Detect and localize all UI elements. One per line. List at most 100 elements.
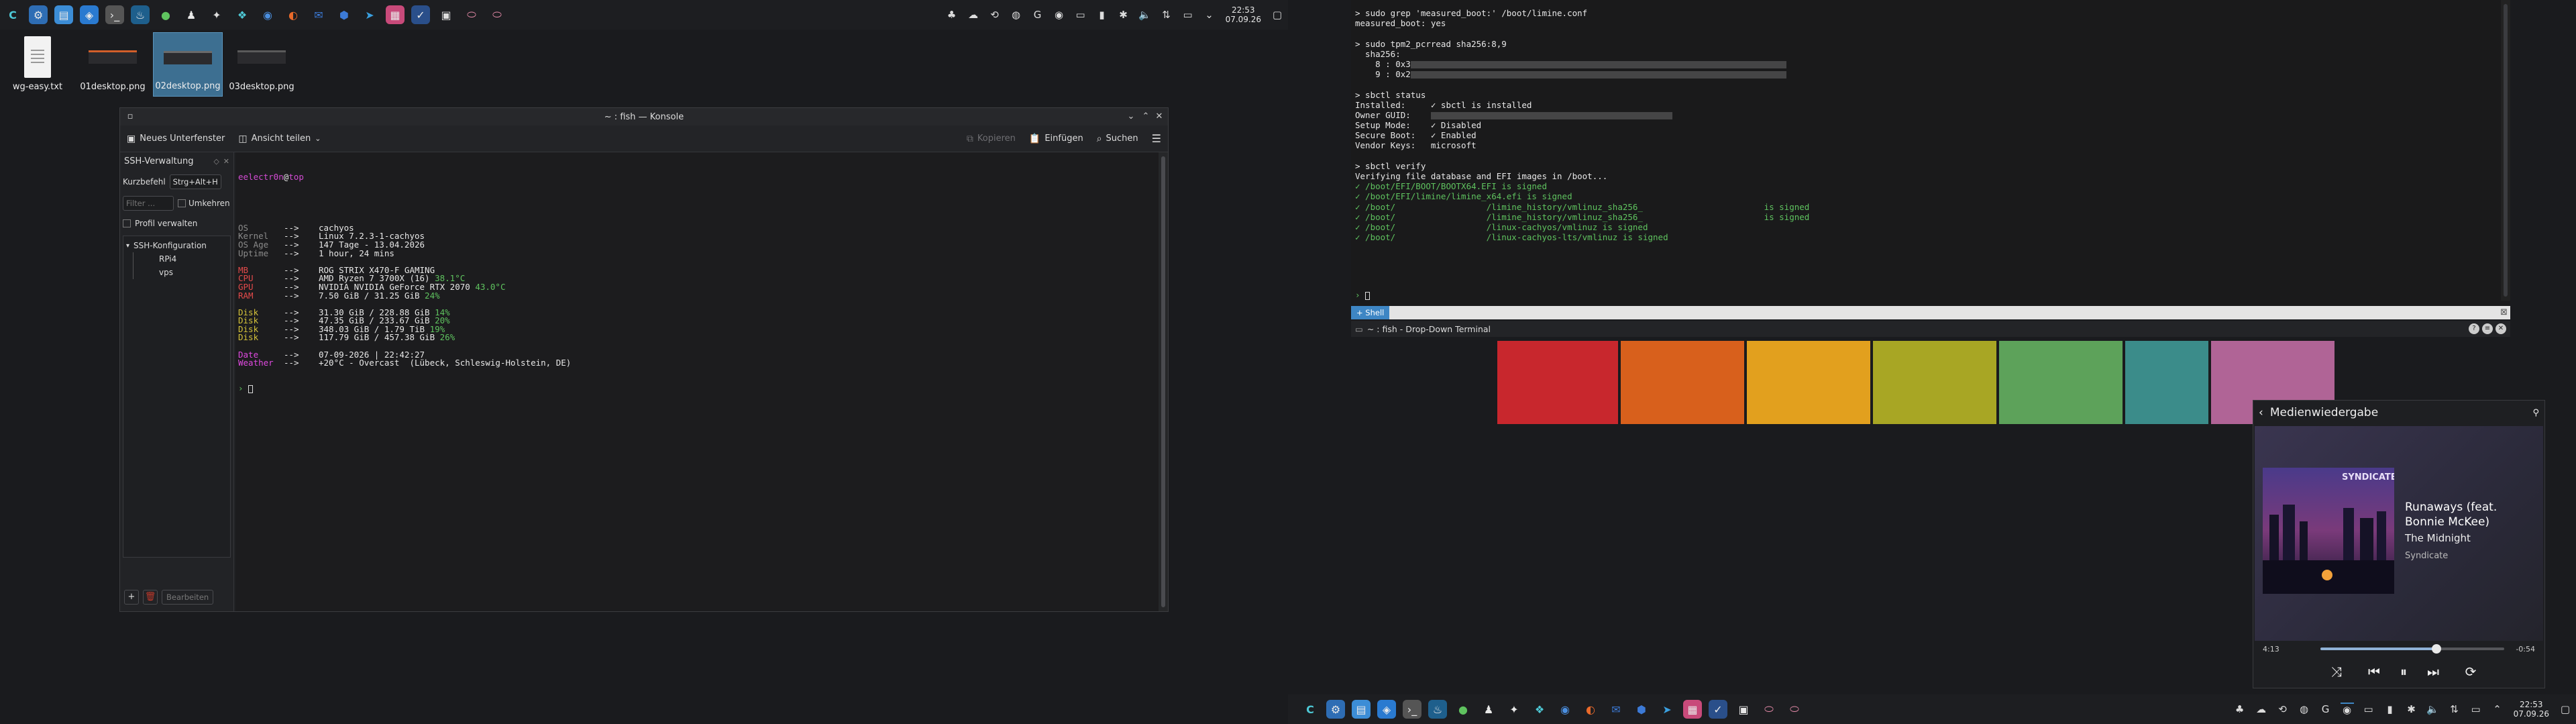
tray-game-icon[interactable]: ♣ <box>945 8 959 21</box>
tray-expand-icon[interactable]: ⌃ <box>2491 703 2504 716</box>
kde-connect-icon[interactable]: ❖ <box>233 5 252 24</box>
system-settings-icon[interactable]: ⚙ <box>29 5 48 24</box>
tray-display-icon[interactable]: ▭ <box>1181 8 1195 21</box>
bottom-clock[interactable]: 22:53 07.09.26 <box>2514 700 2549 719</box>
edit-button[interactable]: Bearbeiten <box>162 590 214 605</box>
tray-steam-icon[interactable]: ◍ <box>1010 8 1023 21</box>
discover-icon[interactable]: ◈ <box>1377 700 1396 719</box>
tray-network-icon[interactable]: ⇅ <box>1160 8 1173 21</box>
tray-clipboard-icon[interactable]: ▮ <box>2383 703 2397 716</box>
dropdown-scrollbar[interactable] <box>2501 0 2510 301</box>
copy-button[interactable]: ⧉ Kopieren <box>960 134 1022 144</box>
close-icon[interactable]: ✕ <box>1153 111 1165 123</box>
next-icon[interactable]: ⏭ <box>2424 664 2443 680</box>
app-icon[interactable]: ▣ <box>1734 700 1753 719</box>
tasks-icon[interactable]: ✓ <box>411 5 430 24</box>
discover-icon[interactable]: ◈ <box>80 5 99 24</box>
tray-bluetooth-icon[interactable]: ✱ <box>1117 8 1130 21</box>
vpn-icon[interactable]: ⬢ <box>1632 700 1651 719</box>
seek-bar[interactable] <box>2320 644 2504 654</box>
steam-icon[interactable]: ♨ <box>1428 700 1447 719</box>
tray-network-icon[interactable]: ⇅ <box>2448 703 2461 716</box>
tasks-icon[interactable]: ✓ <box>1709 700 1727 719</box>
tree-item-rpi4[interactable]: RPi4 <box>133 252 227 266</box>
telegram-icon[interactable]: ➤ <box>1658 700 1676 719</box>
back-icon[interactable]: ‹ <box>2259 406 2263 419</box>
dd-menu-icon[interactable]: ≡ <box>2482 323 2493 334</box>
manage-profile-checkbox[interactable] <box>123 219 131 227</box>
maximize-icon[interactable]: ⌃ <box>1140 111 1152 123</box>
app-launcher-icon[interactable]: C <box>1301 700 1320 719</box>
app-launcher-icon[interactable]: C <box>3 5 22 24</box>
tray-game-icon[interactable]: ♣ <box>2233 703 2247 716</box>
telegram-icon[interactable]: ➤ <box>360 5 379 24</box>
delete-icon[interactable]: 🗑 <box>143 590 158 605</box>
thunderbird-icon[interactable]: ✉ <box>1607 700 1625 719</box>
photos-icon[interactable]: ▦ <box>1683 700 1702 719</box>
sidebar-close-icon[interactable]: ✕ <box>223 157 229 166</box>
vpn-icon[interactable]: ⬢ <box>335 5 354 24</box>
ghost-icon[interactable]: ♟ <box>182 5 201 24</box>
hamburger-menu-icon[interactable]: ☰ <box>1145 132 1168 145</box>
dropdown-terminal[interactable]: > sudo grep 'measured_boot:' /boot/limin… <box>1351 0 2510 309</box>
konsole-titlebar[interactable]: ▫ ~ : fish — Konsole ⌄ ⌃ ✕ <box>120 108 1168 125</box>
dd-close-icon[interactable]: ✕ <box>2496 323 2506 334</box>
photos-icon[interactable]: ▦ <box>386 5 405 24</box>
desktop-icon-03desktop[interactable]: 03desktop.png <box>228 36 295 92</box>
top-clock[interactable]: 22:53 07.09.26 <box>1226 5 1261 24</box>
tray-volume-icon[interactable]: 🔈 <box>1138 8 1152 21</box>
network-tool-icon[interactable]: ✦ <box>207 5 226 24</box>
tray-sync-icon[interactable]: ⟲ <box>2276 703 2290 716</box>
tray-sync-icon[interactable]: ⟲ <box>988 8 1002 21</box>
window-menu-icon[interactable]: ▫ <box>124 111 136 123</box>
ghost-icon[interactable]: ♟ <box>1479 700 1498 719</box>
app-icon[interactable]: ▣ <box>437 5 455 24</box>
chromium-icon[interactable]: ◉ <box>1556 700 1574 719</box>
pink-app-2-icon[interactable]: ⬭ <box>1785 700 1804 719</box>
split-button[interactable]: ▣ Neues Unterfenster <box>120 134 231 144</box>
firefox-icon[interactable]: ◐ <box>1581 700 1600 719</box>
tray-volume-icon[interactable]: 🔈 <box>2426 703 2440 716</box>
pink-app-icon[interactable]: ⬭ <box>1760 700 1778 719</box>
terminal-icon[interactable]: ›_ <box>105 5 124 24</box>
firefox-icon[interactable]: ◐ <box>284 5 303 24</box>
pause-icon[interactable]: ⏸ <box>2394 664 2413 680</box>
tray-devices-icon[interactable]: ▭ <box>2362 703 2375 716</box>
games-icon[interactable]: ● <box>1454 700 1472 719</box>
kde-connect-icon[interactable]: ❖ <box>1530 700 1549 719</box>
tray-cloud-icon[interactable]: ☁ <box>967 8 980 21</box>
desktop-icon-02desktop-selected[interactable]: 02desktop.png <box>153 32 223 97</box>
repeat-icon[interactable]: ⟳ <box>2461 664 2480 680</box>
show-desktop-icon[interactable]: ▢ <box>2559 703 2572 716</box>
network-tool-icon[interactable]: ✦ <box>1505 700 1523 719</box>
tree-root[interactable]: ▾ SSH-Konfiguration <box>126 239 227 252</box>
search-button[interactable]: ⌕ Suchen <box>1090 134 1145 144</box>
tray-devices-icon[interactable]: ▭ <box>1074 8 1087 21</box>
paste-button[interactable]: 📋 Einfügen <box>1022 134 1090 144</box>
show-desktop-icon[interactable]: ▢ <box>1271 8 1284 21</box>
terminal-icon[interactable]: ›_ <box>1403 700 1421 719</box>
desktop-icon-01desktop[interactable]: 01desktop.png <box>79 36 146 92</box>
tray-bluetooth-icon[interactable]: ✱ <box>2405 703 2418 716</box>
file-manager-icon[interactable]: ▤ <box>54 5 73 24</box>
tray-expand-icon[interactable]: ⌄ <box>1203 8 1216 21</box>
pin-icon[interactable]: ⚲ <box>2532 408 2539 418</box>
pink-app-icon[interactable]: ⬭ <box>462 5 481 24</box>
konsole-terminal[interactable]: eelectr0n@top OS --> cachyos Kernel --> Linux… <box>235 152 1159 611</box>
games-icon[interactable]: ● <box>156 5 175 24</box>
view-split-button[interactable]: ◫ Ansicht teilen ⌄ <box>231 134 327 144</box>
seek-handle[interactable] <box>2431 644 2441 654</box>
dd-help-icon[interactable]: ? <box>2469 323 2479 334</box>
dropdown-titlebar[interactable]: ▭ ~ : fish - Drop-Down Terminal ? ≡ ✕ <box>1351 321 2510 337</box>
add-icon[interactable]: + <box>124 590 139 605</box>
shell-tab[interactable]: + Shell <box>1351 306 1390 319</box>
system-settings-icon[interactable]: ⚙ <box>1326 700 1345 719</box>
tree-item-vps[interactable]: vps <box>133 266 227 279</box>
tray-clipboard-icon[interactable]: ▮ <box>1095 8 1109 21</box>
desktop-icon-wg-easy[interactable]: wg-easy.txt <box>4 36 71 92</box>
tray-media-icon[interactable]: ◉ <box>1053 8 1066 21</box>
previous-icon[interactable]: ⏮ <box>2365 664 2383 680</box>
filter-input[interactable] <box>123 196 174 211</box>
tab-close-icon[interactable]: ⊠ <box>2500 307 2508 317</box>
shortcut-field[interactable]: Strg+Alt+H <box>169 174 221 189</box>
